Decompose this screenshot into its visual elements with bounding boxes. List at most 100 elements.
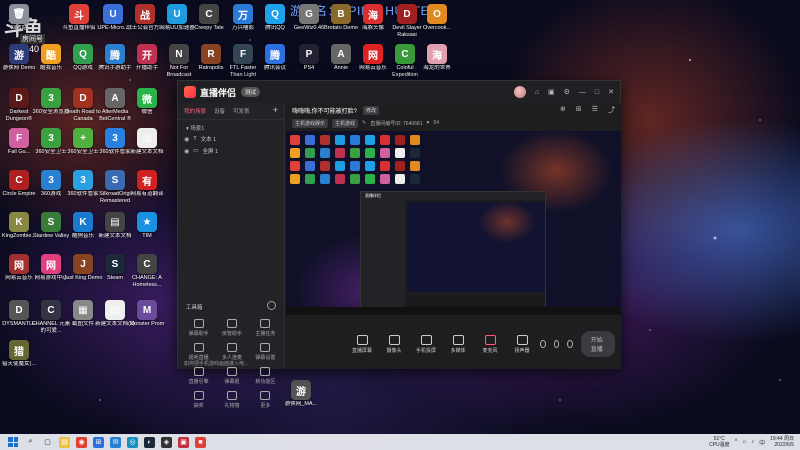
app-titlebar[interactable]: 直播伴侣 测试 ⌂ ▣ ⚙ — □ ✕ bbox=[178, 81, 620, 103]
tab-my-scenes[interactable]: 我的场景 bbox=[184, 107, 206, 115]
tool-item[interactable]: 视听直播 bbox=[182, 343, 215, 361]
tool-item[interactable]: 新功能区 bbox=[249, 367, 282, 385]
input-language[interactable]: 中 bbox=[759, 438, 765, 447]
pencil-icon[interactable]: ✎ bbox=[362, 120, 366, 126]
media-button[interactable]: 多媒体 bbox=[444, 334, 472, 354]
beauty-icon[interactable] bbox=[553, 340, 560, 348]
grid-icon[interactable]: ⊞ bbox=[576, 105, 582, 115]
home-icon[interactable]: ⌂ bbox=[535, 89, 539, 96]
desktop-icon[interactable]: 猎猎天使魔女(... bbox=[2, 340, 36, 368]
tool-item[interactable]: 抽奖 bbox=[182, 391, 215, 409]
preview-icon bbox=[410, 135, 420, 145]
settings-icon[interactable] bbox=[567, 340, 573, 348]
desktop-icon[interactable]: 海海龙的世界 bbox=[420, 44, 454, 72]
desktop-icon[interactable]: 海海豚头像 bbox=[356, 4, 390, 32]
tool-item[interactable]: 弹幕助手 bbox=[182, 319, 215, 337]
add-scene-button[interactable]: + bbox=[273, 106, 278, 115]
tool-item[interactable]: 更多 bbox=[249, 391, 282, 409]
microphone-button[interactable]: 麦克风 bbox=[476, 334, 504, 354]
desktop-icon[interactable]: ▤ 新建文本文档 bbox=[130, 128, 164, 156]
desktop-icon[interactable]: 🗑 回收站 bbox=[2, 4, 36, 32]
desktop-icon[interactable]: D Darkest Dungeon® bbox=[2, 88, 36, 122]
task-view-icon[interactable]: ▢ bbox=[42, 437, 53, 448]
tool-item[interactable]: 直播引擎 bbox=[182, 367, 215, 385]
start-button[interactable] bbox=[8, 437, 18, 447]
tab-devices[interactable]: 设备 bbox=[214, 107, 225, 115]
speaker-button[interactable]: 扬声器 bbox=[508, 334, 536, 354]
gift-icon[interactable]: ⊕ bbox=[560, 105, 566, 115]
subcategory-tag[interactable]: 主机游戏 bbox=[332, 118, 359, 128]
clock[interactable]: 19:44 周日 2022/6/5 bbox=[770, 436, 794, 448]
start-live-button[interactable]: 开始直播 bbox=[580, 331, 615, 357]
minimize-button[interactable]: — bbox=[579, 89, 586, 96]
eye-icon[interactable]: ◉ bbox=[184, 148, 189, 155]
stream-preview[interactable]: 直播伴侣 bbox=[286, 131, 621, 315]
volume-icon[interactable]: ♪ bbox=[751, 439, 754, 445]
app-icon[interactable]: ▣ bbox=[178, 436, 189, 448]
desktop-icon[interactable]: Q 腾讯QQ bbox=[258, 4, 292, 32]
desktop-icon[interactable]: O Overcook... bbox=[420, 4, 454, 32]
cpu-temp[interactable]: 51°C CPU温度 bbox=[709, 436, 730, 448]
scene-group-label[interactable]: ▾ 场景1 bbox=[178, 120, 284, 133]
fans-count: 54 bbox=[433, 120, 440, 126]
desktop-icon[interactable]: ★ TIM bbox=[130, 212, 164, 240]
desktop-icon[interactable]: F FTL Faster Than Light bbox=[226, 44, 260, 78]
record-icon[interactable] bbox=[540, 340, 546, 348]
chrome-icon[interactable]: ◉ bbox=[76, 436, 87, 448]
user-avatar[interactable] bbox=[513, 86, 526, 98]
maximize-button[interactable]: □ bbox=[595, 89, 599, 96]
desktop-icon[interactable]: 游游侠网_MA... bbox=[284, 380, 318, 408]
desktop-icon[interactable]: M Monster Prom bbox=[130, 300, 164, 328]
network-icon[interactable]: ⌂ bbox=[742, 439, 746, 445]
version-badge[interactable]: 测试 bbox=[241, 87, 261, 97]
edit-title-button[interactable]: 修改 bbox=[363, 105, 380, 115]
mail-icon[interactable]: ✉ bbox=[110, 436, 121, 448]
store-icon[interactable]: ⊞ bbox=[93, 436, 104, 448]
game-icon[interactable]: ◈ bbox=[161, 436, 172, 448]
app-icon: C bbox=[395, 44, 415, 64]
screen-capture-button[interactable]: 直播屏幕 bbox=[348, 334, 376, 354]
desktop-icon[interactable]: 腾腾讯会议 bbox=[258, 44, 292, 72]
category-tag[interactable]: 主机游戏娱乐 bbox=[292, 118, 329, 128]
tool-item[interactable]: 多人连麦 bbox=[215, 343, 248, 361]
tool-item[interactable]: 弹幕姬 bbox=[215, 367, 248, 385]
tool-item[interactable]: 主播任务 bbox=[249, 319, 282, 337]
tab-publish[interactable]: 可发表 bbox=[233, 107, 250, 115]
phone-cast-button[interactable]: 手机投屏 bbox=[412, 334, 440, 354]
app-icon: 腾 bbox=[105, 44, 125, 64]
steam-icon[interactable]: ◐ bbox=[144, 436, 155, 448]
tool-item[interactable]: 礼物墙 bbox=[215, 391, 248, 409]
scene-item-text[interactable]: ◉ T 文本 1 bbox=[178, 133, 284, 145]
desktop-icon[interactable]: A AlterMedia BetCentral ® bbox=[98, 88, 132, 122]
settings-icon[interactable]: ⚙ bbox=[564, 88, 570, 96]
desktop-icon[interactable]: D Devil Slayer Raksasi bbox=[390, 4, 424, 38]
eye-icon[interactable]: ◉ bbox=[184, 136, 189, 143]
desktop-icon[interactable]: C Coloful Expedition bbox=[388, 44, 422, 78]
scene-item-fullscreen[interactable]: ◉ ▭ 全屏 1 bbox=[178, 145, 284, 157]
desktop-icon[interactable]: C CHANGE: A Homeless... bbox=[130, 254, 164, 288]
menu-icon[interactable]: ☰ bbox=[592, 105, 598, 115]
live-companion-window: 直播伴侣 测试 ⌂ ▣ ⚙ — □ ✕ 我的场景 设备 可发表 + ▾ 场景1 … bbox=[177, 80, 621, 409]
desktop-icon[interactable]: 斗斗鱼直播伴侣 bbox=[62, 4, 96, 32]
preview-icon bbox=[320, 135, 330, 145]
tool-item[interactable]: 弹幕设置 bbox=[249, 343, 282, 361]
search-icon[interactable]: ⌕ bbox=[25, 437, 36, 448]
chevron-up-icon[interactable]: ^ bbox=[735, 439, 738, 445]
share-icon[interactable]: ⤴ bbox=[608, 105, 615, 115]
desktop-icon[interactable]: 微微信 bbox=[130, 88, 164, 116]
screen-icon[interactable]: ▣ bbox=[548, 88, 555, 96]
toolbox-settings-icon[interactable] bbox=[267, 301, 276, 310]
desktop-icon[interactable]: S SilkroadOrigi Remastered bbox=[98, 170, 132, 204]
desktop-icon[interactable]: 有网易有道翻译 bbox=[130, 170, 164, 198]
douyu-icon[interactable]: ■ bbox=[195, 436, 206, 448]
camera-button[interactable]: 摄像头 bbox=[380, 334, 408, 354]
explorer-icon[interactable]: ▤ bbox=[59, 436, 70, 448]
desktop-icon[interactable]: N Not For Broadcast bbox=[162, 44, 196, 78]
preview-icon bbox=[410, 174, 420, 184]
help-link[interactable]: 如何把手机游戏画面接入电... bbox=[184, 360, 248, 367]
edge-icon[interactable]: ◎ bbox=[127, 436, 138, 448]
desktop-icon[interactable]: C CHANNEL 元素的可爱... bbox=[32, 300, 70, 334]
desktop-icon[interactable]: C Creepy Tale bbox=[192, 4, 226, 32]
tool-item[interactable]: 房管助手 bbox=[215, 319, 248, 337]
close-button[interactable]: ✕ bbox=[608, 88, 614, 96]
